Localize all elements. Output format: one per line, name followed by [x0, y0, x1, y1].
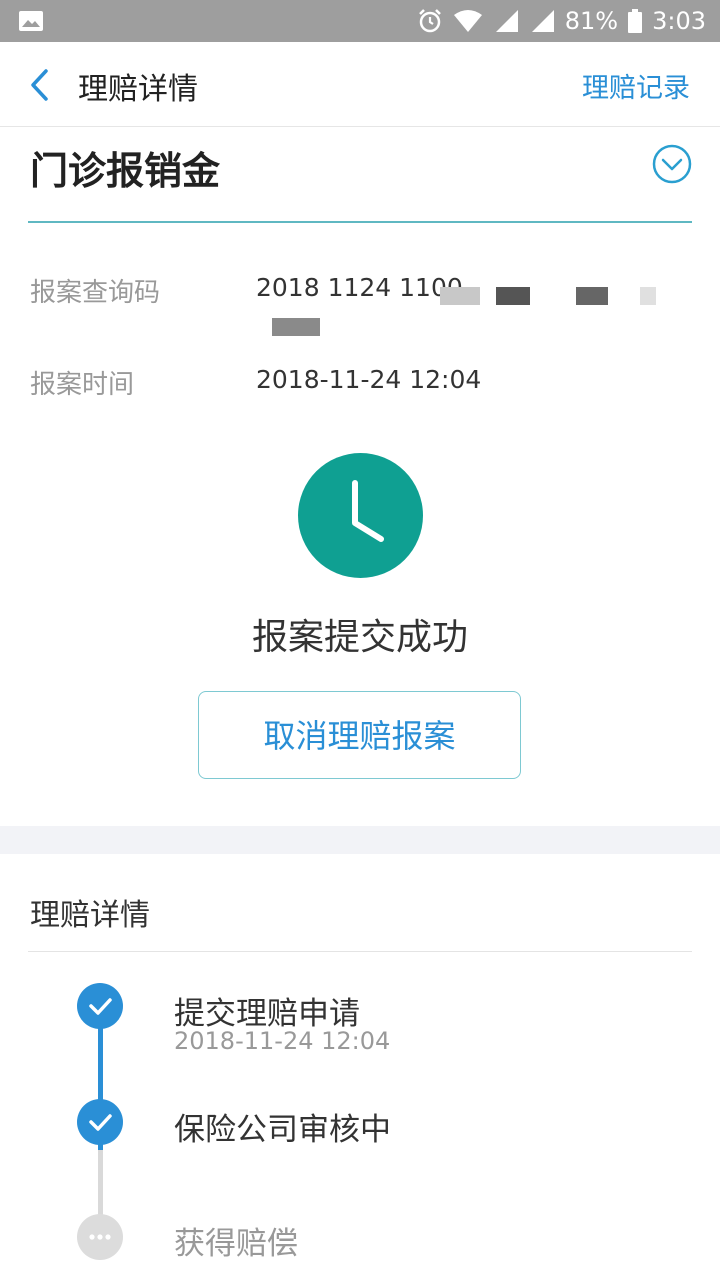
nav-bar: 理赔详情 理赔记录	[0, 42, 720, 127]
wifi-icon	[453, 9, 483, 33]
submit-success-text: 报案提交成功	[251, 617, 468, 658]
signal-icon	[493, 9, 519, 33]
step-title: 获得赔偿	[174, 1226, 298, 1262]
alarm-icon	[417, 8, 443, 34]
page-title: 理赔详情	[78, 72, 198, 107]
query-code-label: 报案查询码	[30, 278, 161, 308]
status-icons: 81% 3:03	[417, 0, 706, 42]
step-done-check-icon	[77, 983, 123, 1029]
claim-records-link[interactable]: 理赔记录	[582, 66, 690, 105]
section-separator	[0, 826, 720, 854]
cancel-claim-button[interactable]: 取消理赔报案	[198, 691, 521, 779]
timeline-line-pending	[98, 1150, 103, 1220]
query-code-value: 2018 1124 1100	[256, 273, 463, 302]
step-time: 2018-11-24 12:04	[174, 1027, 391, 1055]
status-bar: 81% 3:03	[0, 0, 720, 42]
product-title: 门诊报销金	[30, 149, 221, 193]
report-time-label: 报案时间	[30, 370, 135, 400]
detail-section-title: 理赔详情	[30, 898, 150, 933]
battery-icon	[628, 9, 643, 33]
signal-icon-2	[529, 9, 555, 33]
detail-divider	[28, 951, 692, 952]
clock-time: 3:03	[652, 7, 706, 35]
step-title: 保险公司审核中	[174, 1112, 391, 1148]
back-arrow-icon[interactable]	[26, 68, 56, 102]
clock-icon	[298, 453, 423, 578]
image-notification-icon	[18, 10, 44, 36]
step-pending-dots-icon	[77, 1214, 123, 1260]
report-time-value: 2018-11-24 12:04	[256, 365, 482, 394]
step-done-check-icon	[77, 1099, 123, 1145]
chevron-down-circle-icon[interactable]	[652, 144, 692, 184]
battery-level: 81%	[564, 7, 619, 35]
header-divider	[28, 221, 692, 223]
